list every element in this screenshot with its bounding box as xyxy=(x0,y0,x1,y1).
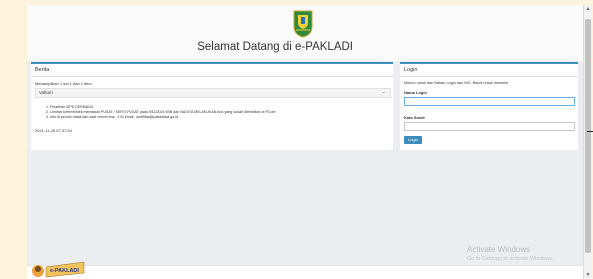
password-input[interactable] xyxy=(404,122,575,131)
news-item[interactable]: Voltum − xyxy=(35,88,391,98)
scroll-down-icon[interactable]: ▼ xyxy=(584,272,592,278)
page-title: Selamat Datang di e-PAKLADI xyxy=(197,41,353,53)
divider xyxy=(587,131,593,132)
page-footer xyxy=(27,265,583,279)
vertical-scrollbar[interactable]: ▲ ▼ xyxy=(583,5,592,279)
berita-title: Berita xyxy=(31,64,393,77)
login-panel: Login Mohon untuk dan Bahan Login dan NI… xyxy=(400,62,578,150)
activation-watermark-subtitle: Go to Settings to activate Windows. xyxy=(467,256,554,262)
username-input[interactable] xyxy=(404,97,575,106)
news-note: 3. Info di penulu masa dan saat verkini … xyxy=(46,115,179,119)
berita-summary: Menampilkan 1 s/d 1 dari 1 item xyxy=(35,81,92,86)
news-notes: 1. Pelatihan SIPK DERMAGA 2. Lembar keme… xyxy=(46,105,276,120)
activation-watermark-title: Activate Windows xyxy=(467,245,531,254)
berita-panel: Berita Menampilkan 1 s/d 1 dari 1 item V… xyxy=(31,62,393,150)
logo-text: e-PAKLADI xyxy=(50,268,79,274)
username-label: Nama Login xyxy=(404,90,427,95)
emblem-icon xyxy=(293,10,313,38)
collapse-icon[interactable]: − xyxy=(382,89,385,97)
scrollbar-thumb[interactable] xyxy=(585,19,591,253)
scroll-up-icon[interactable]: ▲ xyxy=(584,6,592,12)
password-label: Kata Sandi xyxy=(404,115,425,120)
news-item-title: Voltum xyxy=(39,90,53,95)
page-viewport: Selamat Datang di e-PAKLADI Berita Menam… xyxy=(27,5,583,279)
login-info: Mohon untuk dan Bahan Login dan NIS. Ban… xyxy=(404,81,509,85)
news-timestamp: 2021-11-26 07:37:54 xyxy=(35,128,72,133)
login-button[interactable]: Login xyxy=(404,136,422,144)
login-title: Login xyxy=(400,64,578,77)
page-header: Selamat Datang di e-PAKLADI xyxy=(27,5,583,61)
app-logo-icon: e-PAKLADI xyxy=(32,261,85,278)
